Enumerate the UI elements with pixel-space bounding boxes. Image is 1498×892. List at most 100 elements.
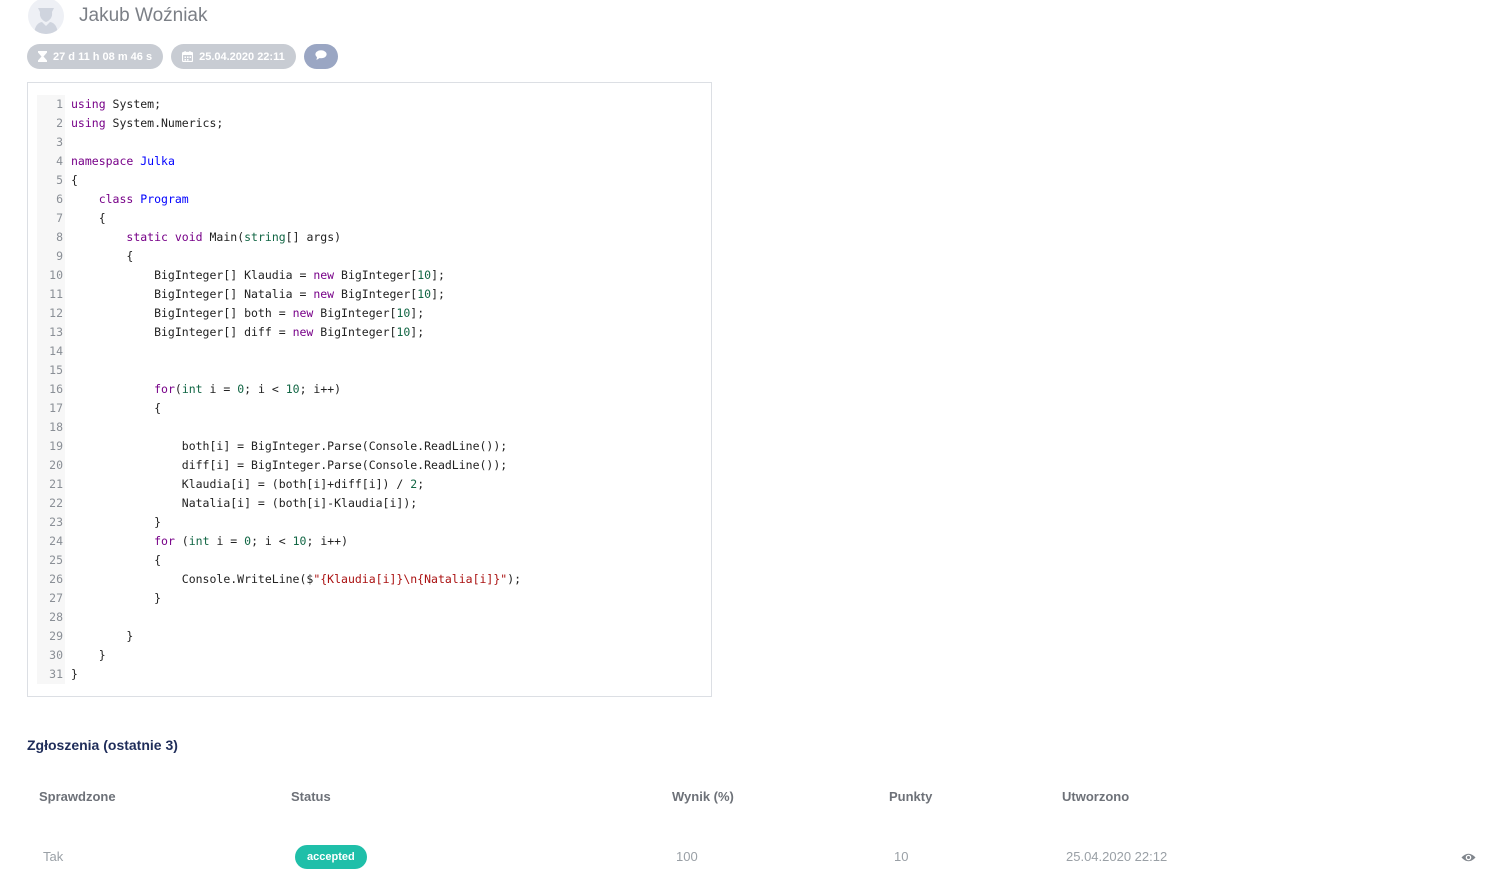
- line-number: 16: [37, 380, 65, 399]
- status-badge: accepted: [295, 845, 367, 869]
- column-header-status: Status: [291, 789, 331, 804]
- line-content: {: [71, 211, 106, 225]
- calendar-icon: [182, 51, 194, 62]
- line-number: 30: [37, 646, 65, 665]
- line-number: 3: [37, 133, 65, 152]
- line-number: 6: [37, 190, 65, 209]
- time-left-badge: 27 d 11 h 08 m 46 s: [27, 44, 164, 69]
- line-content: both[i] = BigInteger.Parse(Console.ReadL…: [71, 439, 508, 453]
- line-content: {: [71, 173, 78, 187]
- submission-badges: 27 d 11 h 08 m 46 s 25.04.2020 22:11: [27, 44, 338, 69]
- line-number: 25: [37, 551, 65, 570]
- code-line: 30 }: [37, 646, 711, 665]
- code-line: 27 }: [37, 589, 711, 608]
- code-line: 18: [37, 418, 711, 437]
- line-number: 20: [37, 456, 65, 475]
- cell-points: 10: [894, 849, 909, 864]
- line-content: for (int i = 0; i < 10; i++): [154, 534, 349, 548]
- code-line: 25 {: [37, 551, 711, 570]
- hourglass-icon: [38, 51, 47, 62]
- line-content: static void Main(string[] args): [126, 230, 342, 244]
- code-line: 29 }: [37, 627, 711, 646]
- line-number: 26: [37, 570, 65, 589]
- eye-icon[interactable]: [1461, 850, 1476, 868]
- line-number: 18: [37, 418, 65, 437]
- line-number: 7: [37, 209, 65, 228]
- time-left-text: 27 d 11 h 08 m 46 s: [53, 50, 153, 63]
- user-name: Jakub Woźniak: [79, 5, 208, 26]
- line-content: [65, 361, 71, 380]
- line-content: BigInteger[] Natalia = new BigInteger[10…: [71, 287, 445, 301]
- line-content: [65, 418, 71, 437]
- line-number: 9: [37, 247, 65, 266]
- code-line: 21 Klaudia[i] = (both[i]+diff[i]) / 2;: [37, 475, 711, 494]
- line-content: [65, 342, 71, 361]
- line-content: }: [71, 648, 106, 662]
- code-line: 16 for(int i = 0; i < 10; i++): [37, 380, 711, 399]
- line-content: {: [71, 401, 162, 415]
- line-content: }: [71, 629, 134, 643]
- line-number: 23: [37, 513, 65, 532]
- line-content: namespace Julka: [71, 154, 175, 168]
- line-content: BigInteger[] Klaudia = new BigInteger[10…: [71, 268, 445, 282]
- submissions-table-header: Sprawdzone Status Wynik (%) Punkty Utwor…: [0, 789, 1498, 807]
- line-content: using System;: [71, 97, 162, 111]
- line-number: 10: [37, 266, 65, 285]
- code-line: 23 }: [37, 513, 711, 532]
- code-line: 10 BigInteger[] Klaudia = new BigInteger…: [37, 266, 711, 285]
- line-content: }: [71, 667, 78, 681]
- line-content: Klaudia[i] = (both[i]+diff[i]) / 2;: [71, 477, 425, 491]
- line-number: 29: [37, 627, 65, 646]
- user-header: Jakub Woźniak: [28, 0, 208, 34]
- code-line: 24 for (int i = 0; i < 10; i++): [37, 532, 711, 551]
- code-line: 26 Console.WriteLine($"{Klaudia[i]}\n{Na…: [37, 570, 711, 589]
- code-line: 7 {: [37, 209, 711, 228]
- comment-icon: [315, 50, 327, 63]
- date-text: 25.04.2020 22:11: [199, 50, 285, 63]
- line-number: 27: [37, 589, 65, 608]
- code-line: 31}: [37, 665, 711, 684]
- line-content: }: [71, 515, 162, 529]
- code-line: 12 BigInteger[] both = new BigInteger[10…: [37, 304, 711, 323]
- code-line: 14: [37, 342, 711, 361]
- line-content: }: [71, 591, 162, 605]
- line-number: 31: [37, 665, 65, 684]
- line-number: 12: [37, 304, 65, 323]
- code-viewer[interactable]: 1 using System; 2 using System.Numerics; 3 4 n…: [27, 82, 712, 697]
- line-number: 19: [37, 437, 65, 456]
- line-content: BigInteger[] both = new BigInteger[10];: [71, 306, 425, 320]
- line-number: 28: [37, 608, 65, 627]
- code-line: 17 {: [37, 399, 711, 418]
- cell-score: 100: [676, 849, 698, 864]
- line-content: Natalia[i] = (both[i]-Klaudia[i]);: [71, 496, 418, 510]
- cell-checked: Tak: [43, 849, 64, 864]
- code-line: 19 both[i] = BigInteger.Parse(Console.Re…: [37, 437, 711, 456]
- line-content: using System.Numerics;: [71, 116, 224, 130]
- line-number: 22: [37, 494, 65, 513]
- line-number: 13: [37, 323, 65, 342]
- table-row: Tak accepted 100 10 25.04.2020 22:12: [0, 845, 1498, 869]
- line-number: 17: [37, 399, 65, 418]
- date-badge: 25.04.2020 22:11: [171, 44, 296, 69]
- code-line: 3: [37, 133, 711, 152]
- code-line: 22 Natalia[i] = (both[i]-Klaudia[i]);: [37, 494, 711, 513]
- line-content: BigInteger[] diff = new BigInteger[10];: [71, 325, 425, 339]
- code-line: 13 BigInteger[] diff = new BigInteger[10…: [37, 323, 711, 342]
- code-line: 4 namespace Julka: [37, 152, 711, 171]
- code-line: 6 class Program: [37, 190, 711, 209]
- line-number: 2: [37, 114, 65, 133]
- column-header-points: Punkty: [889, 789, 933, 804]
- line-content: diff[i] = BigInteger.Parse(Console.ReadL…: [71, 458, 508, 472]
- column-header-created: Utworzono: [1062, 789, 1130, 804]
- code-line: 9 {: [37, 247, 711, 266]
- code-line: 20 diff[i] = BigInteger.Parse(Console.Re…: [37, 456, 711, 475]
- column-header-checked: Sprawdzone: [39, 789, 116, 804]
- line-number: 4: [37, 152, 65, 171]
- code-line: 5{: [37, 171, 711, 190]
- line-number: 1: [37, 95, 65, 114]
- comment-button[interactable]: [303, 44, 338, 69]
- code-line: 28: [37, 608, 711, 627]
- line-number: 5: [37, 171, 65, 190]
- line-number: 14: [37, 342, 65, 361]
- line-content: {: [71, 553, 162, 567]
